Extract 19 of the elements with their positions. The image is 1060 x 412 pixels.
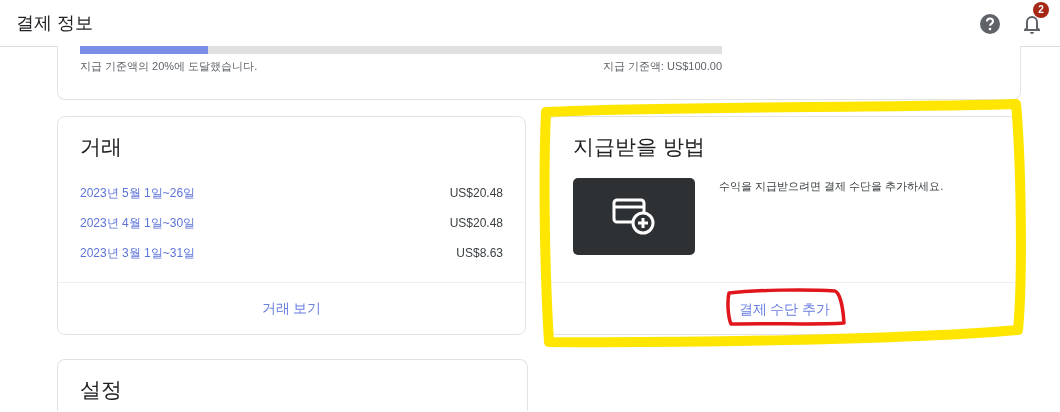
notification-count: 2: [1033, 2, 1049, 18]
card-title: 설정: [80, 376, 123, 403]
notification-button[interactable]: 2: [1024, 2, 1049, 35]
transaction-period-link[interactable]: 2023년 5월 1일~26일: [80, 184, 196, 202]
help-icon[interactable]: [980, 11, 1000, 35]
bell-icon: [1024, 13, 1040, 34]
transaction-period-link[interactable]: 2023년 4월 1일~30일: [80, 214, 196, 232]
card-title: 지급받을 방법: [573, 133, 706, 160]
progress-text: 지급 기준액의 20%에 도달했습니다.: [80, 59, 258, 74]
payment-message: 수익을 지급받으려면 결제 수단을 추가하세요.: [719, 179, 944, 194]
threshold-text: 지급 기준액: US$100.00: [602, 59, 722, 74]
transaction-amount: US$20.48: [449, 215, 503, 232]
add-card-icon: [612, 197, 656, 236]
transaction-amount: US$20.48: [449, 185, 503, 202]
transaction-period-link[interactable]: 2023년 3월 1일~31일: [80, 244, 196, 262]
page-title: 결제 정보: [16, 11, 93, 35]
view-transactions-link[interactable]: 거래 보기: [255, 297, 328, 320]
card-title: 거래: [80, 133, 123, 160]
transaction-amount: US$8.63: [456, 245, 503, 262]
